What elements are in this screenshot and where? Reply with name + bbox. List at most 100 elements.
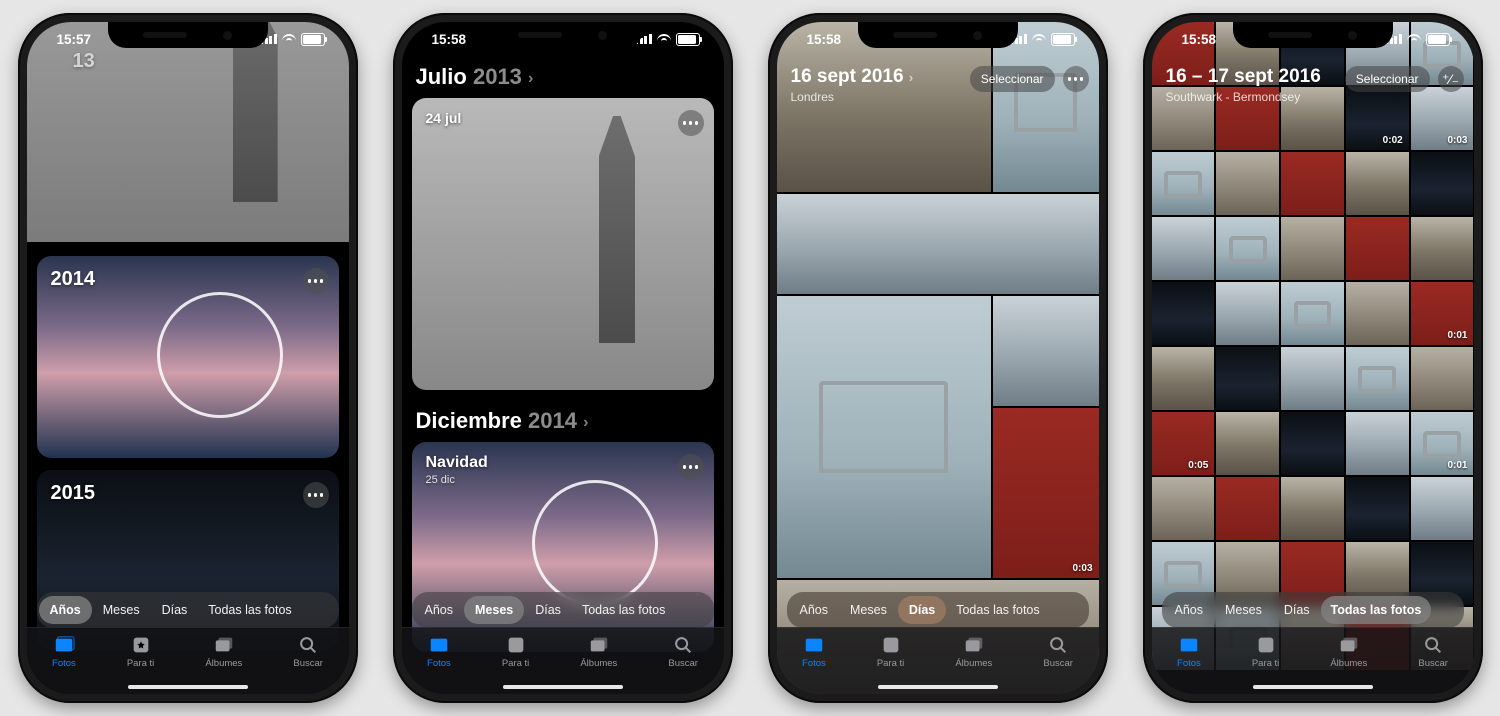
photo-thumb[interactable]: [1281, 347, 1344, 410]
view-segmented: Años Meses Días Todas las fotos: [1162, 592, 1464, 628]
home-indicator[interactable]: [1253, 685, 1373, 689]
seg-months[interactable]: Meses: [464, 596, 524, 624]
month-header-1[interactable]: Julio 2013 ›: [416, 64, 534, 90]
tab-photos[interactable]: Fotos: [427, 634, 451, 669]
year-card-2014[interactable]: 2014: [37, 256, 339, 458]
photo-thumb[interactable]: [1281, 477, 1344, 540]
photo-thumb[interactable]: [1152, 152, 1215, 215]
photo-thumb[interactable]: [1346, 412, 1409, 475]
seg-all[interactable]: Todas las fotos: [946, 596, 1049, 624]
foryou-icon: [505, 634, 527, 656]
foryou-icon: [130, 634, 152, 656]
photo-thumb[interactable]: 0:01: [1411, 412, 1474, 475]
photo-thumb[interactable]: [1152, 477, 1215, 540]
tab-foryou[interactable]: Para ti: [1252, 634, 1279, 669]
photo-thumb[interactable]: [1411, 347, 1474, 410]
home-indicator[interactable]: [878, 685, 998, 689]
seg-years[interactable]: Años: [414, 596, 465, 624]
albums-icon: [963, 634, 985, 656]
statusbar-time: 15:58: [1182, 32, 1217, 47]
seg-all[interactable]: Todas las fotos: [572, 596, 675, 624]
tab-foryou[interactable]: Para ti: [877, 634, 904, 669]
photo-thumb[interactable]: [1281, 412, 1344, 475]
more-button[interactable]: [1063, 66, 1089, 92]
photo-thumb[interactable]: [1281, 152, 1344, 215]
seg-months[interactable]: Meses: [1214, 596, 1273, 624]
home-indicator[interactable]: [128, 685, 248, 689]
seg-all[interactable]: Todas las fotos: [198, 596, 301, 624]
more-button[interactable]: [678, 454, 704, 480]
home-indicator[interactable]: [503, 685, 623, 689]
photo-thumb[interactable]: [1411, 477, 1474, 540]
seg-years[interactable]: Años: [39, 596, 92, 624]
photo-thumb[interactable]: [1216, 217, 1279, 280]
photo-thumb[interactable]: [993, 296, 1099, 406]
photo-thumb[interactable]: [1281, 217, 1344, 280]
tab-photos[interactable]: Fotos: [802, 634, 826, 669]
seg-years[interactable]: Años: [789, 596, 840, 624]
photo-thumb[interactable]: [1152, 347, 1215, 410]
wifi-icon: [1407, 34, 1421, 44]
photo-thumb[interactable]: [1281, 282, 1344, 345]
tab-photos[interactable]: Fotos: [52, 634, 76, 669]
photo-thumb[interactable]: [777, 194, 1099, 294]
seg-all[interactable]: Todas las fotos: [1321, 596, 1432, 624]
photo-thumb[interactable]: [777, 296, 991, 578]
month-card-jul-2013[interactable]: 24 jul: [412, 98, 714, 390]
tab-search[interactable]: Buscar: [293, 634, 323, 669]
photo-thumb[interactable]: [1346, 217, 1409, 280]
select-button[interactable]: Seleccionar: [1345, 66, 1430, 92]
tab-search[interactable]: Buscar: [1418, 634, 1448, 669]
month-header-2[interactable]: Diciembre 2014 ›: [416, 408, 589, 434]
card-subtitle: 24 jul: [426, 110, 462, 126]
photo-thumb[interactable]: [1346, 347, 1409, 410]
battery-icon: [1051, 33, 1075, 46]
tab-search[interactable]: Buscar: [1043, 634, 1073, 669]
seg-years[interactable]: Años: [1164, 596, 1215, 624]
tab-foryou[interactable]: Para ti: [502, 634, 529, 669]
photo-thumb[interactable]: [1152, 217, 1215, 280]
seg-days[interactable]: Días: [898, 596, 946, 624]
tab-photos[interactable]: Fotos: [1177, 634, 1201, 669]
more-button[interactable]: [678, 110, 704, 136]
battery-icon: [1426, 33, 1450, 46]
video-duration: 0:03: [1447, 135, 1467, 146]
tab-search[interactable]: Buscar: [668, 634, 698, 669]
photo-thumb[interactable]: [1216, 412, 1279, 475]
video-duration: 0:01: [1447, 330, 1467, 341]
search-icon: [1047, 634, 1069, 656]
photo-thumb[interactable]: 0:03: [1411, 87, 1474, 150]
photo-thumb[interactable]: 0:05: [1152, 412, 1215, 475]
day-header[interactable]: 16 sept 2016 › Londres: [791, 66, 914, 104]
seg-days[interactable]: Días: [524, 596, 572, 624]
photo-thumb[interactable]: [1346, 477, 1409, 540]
photo-thumb[interactable]: [1411, 217, 1474, 280]
battery-icon: [676, 33, 700, 46]
photo-thumb[interactable]: [1216, 477, 1279, 540]
more-button[interactable]: [303, 268, 329, 294]
more-button[interactable]: [303, 482, 329, 508]
photo-thumb[interactable]: 0:03: [993, 408, 1099, 578]
photo-thumb[interactable]: 0:01: [1411, 282, 1474, 345]
foryou-icon: [880, 634, 902, 656]
photo-thumb[interactable]: [1411, 152, 1474, 215]
photo-thumb[interactable]: [1346, 152, 1409, 215]
seg-days[interactable]: Días: [151, 596, 199, 624]
photo-thumb[interactable]: [1216, 347, 1279, 410]
seg-months[interactable]: Meses: [839, 596, 898, 624]
tab-albums[interactable]: Álbumes: [205, 634, 242, 669]
tab-albums[interactable]: Álbumes: [580, 634, 617, 669]
photo-thumb[interactable]: [1216, 282, 1279, 345]
tab-albums[interactable]: Álbumes: [955, 634, 992, 669]
zoom-button[interactable]: ⁺⁄₋: [1438, 66, 1464, 92]
seg-months[interactable]: Meses: [92, 596, 151, 624]
tab-albums[interactable]: Álbumes: [1330, 634, 1367, 669]
photo-thumb[interactable]: 0:02: [1346, 87, 1409, 150]
seg-days[interactable]: Días: [1273, 596, 1321, 624]
tab-foryou[interactable]: Para ti: [127, 634, 154, 669]
photo-thumb[interactable]: [1216, 152, 1279, 215]
select-button[interactable]: Seleccionar: [970, 66, 1055, 92]
card-title: Navidad: [426, 454, 488, 472]
photo-thumb[interactable]: [1346, 282, 1409, 345]
photo-thumb[interactable]: [1152, 282, 1215, 345]
